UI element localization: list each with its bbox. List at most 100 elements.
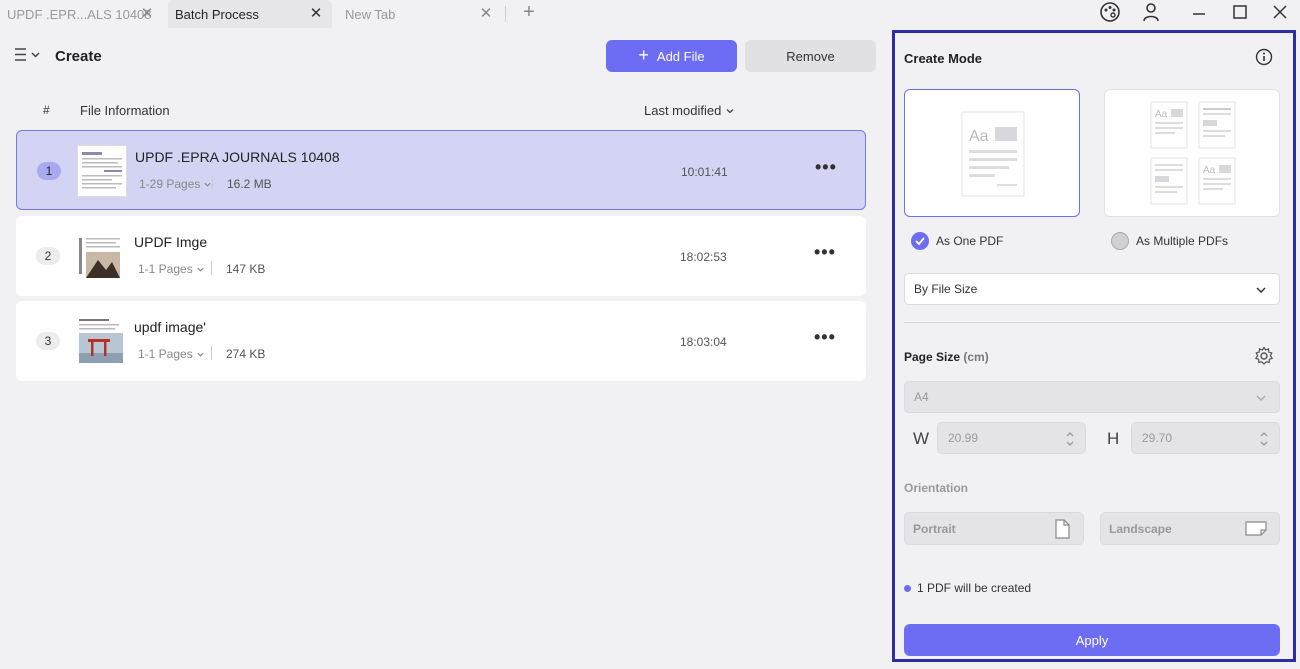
portrait-label: Portrait: [913, 521, 956, 536]
maximize-icon[interactable]: [1225, 0, 1255, 24]
tab-updf-epra[interactable]: UPDF .EPR...ALS 10408 ✕: [0, 0, 160, 28]
width-label: W: [913, 429, 930, 448]
apply-button[interactable]: Apply: [904, 624, 1280, 656]
palette-icon[interactable]: [1095, 0, 1125, 24]
chevron-down-icon: [1256, 287, 1266, 294]
file-thumbnail: [76, 230, 126, 282]
modified-time: 18:02:53: [680, 250, 727, 264]
svg-text:Aa: Aa: [1203, 165, 1216, 176]
page-range-label: 1-1 Pages: [138, 262, 193, 276]
as-multiple-pdfs-radio[interactable]: As Multiple PDFs: [1111, 232, 1228, 250]
gear-icon[interactable]: [1254, 346, 1274, 371]
svg-text:Aa: Aa: [1155, 109, 1168, 120]
height-input[interactable]: 29.70: [1131, 422, 1280, 454]
tab-label: UPDF .EPR...ALS 10408: [7, 6, 152, 22]
stepper-icon[interactable]: [1065, 430, 1075, 448]
as-multiple-pdfs-card[interactable]: Aa Aa: [1104, 89, 1280, 217]
landscape-label: Landscape: [1109, 521, 1172, 536]
height-value: 29.70: [1142, 431, 1173, 445]
modified-time: 10:01:41: [681, 165, 728, 179]
tab-new-tab[interactable]: New Tab ✕: [338, 0, 500, 28]
page-size-unit: (cm): [963, 350, 989, 364]
divider: [904, 322, 1280, 323]
file-thumbnail: [76, 315, 126, 367]
tab-divider: [505, 6, 506, 22]
stepper-icon[interactable]: [1259, 430, 1269, 448]
close-icon[interactable]: ✕: [308, 5, 324, 22]
tab-batch-process[interactable]: Batch Process ✕: [168, 0, 332, 28]
close-icon[interactable]: ✕: [478, 5, 494, 22]
close-window-icon[interactable]: [1265, 0, 1295, 24]
chevron-down-icon: [1256, 395, 1266, 402]
column-header-number: #: [43, 103, 50, 117]
as-one-pdf-label: As One PDF: [936, 234, 1004, 248]
split-mode-value: By File Size: [914, 282, 978, 296]
table-row[interactable]: 1 UPDF .EPRA JOURNALS 10408 1-29 Pages 1…: [16, 130, 866, 210]
status-dot-icon: [904, 584, 911, 592]
split-mode-select[interactable]: By File Size: [904, 273, 1280, 305]
chevron-down-icon: [197, 352, 204, 357]
table-row[interactable]: 2 UPDF Imge 1-1 Pages 147 KB 18:02:53 ••…: [16, 216, 866, 296]
radio-unchecked-icon: [1111, 232, 1129, 250]
divider: [211, 261, 212, 275]
page-range-dropdown[interactable]: 1-29 Pages: [139, 177, 212, 191]
more-options-icon[interactable]: •••: [815, 157, 837, 178]
more-options-icon[interactable]: •••: [814, 327, 836, 348]
as-multiple-pdfs-label: As Multiple PDFs: [1136, 234, 1229, 248]
add-file-label: Add File: [656, 48, 705, 64]
file-name: UPDF .EPRA JOURNALS 10408: [135, 149, 340, 165]
page-range-label: 1-1 Pages: [138, 347, 193, 361]
column-header-file-info: File Information: [80, 103, 170, 118]
new-tab-plus-icon[interactable]: +: [519, 1, 539, 23]
tab-label: New Tab: [345, 6, 396, 22]
list-menu-icon[interactable]: [14, 47, 42, 68]
table-row[interactable]: 3 updf image' 1-1 Pages 274 KB 18:03:04 …: [16, 301, 866, 381]
width-input[interactable]: 20.99: [937, 422, 1086, 454]
panel-title: Create Mode: [904, 51, 983, 66]
page-range-dropdown[interactable]: 1-1 Pages: [138, 347, 205, 361]
minimize-icon[interactable]: [1184, 0, 1214, 24]
user-icon[interactable]: [1136, 0, 1166, 24]
page-size-value: A4: [914, 390, 929, 404]
height-label: H: [1107, 429, 1120, 448]
create-mode-panel: Create Mode Aa Aa Aa As One PDF As Multip…: [892, 30, 1296, 662]
modified-time: 18:03:04: [680, 335, 727, 349]
check-icon: [911, 232, 929, 250]
file-list-panel: Create + Add File Remove # File Informat…: [0, 30, 884, 669]
chevron-down-icon: [197, 267, 204, 272]
row-number: 1: [37, 162, 61, 180]
as-one-pdf-radio[interactable]: As One PDF: [911, 232, 1003, 250]
status-text: 1 PDF will be created: [917, 581, 1032, 595]
remove-button[interactable]: Remove: [745, 40, 876, 72]
single-document-icon: Aa: [961, 111, 1025, 197]
status-message: 1 PDF will be created: [904, 581, 1031, 595]
close-icon[interactable]: ✕: [139, 5, 155, 22]
tab-bar: UPDF .EPR...ALS 10408 ✕ Batch Process ✕ …: [0, 0, 1300, 30]
page-title: Create: [55, 48, 102, 65]
file-thumbnail: [77, 145, 127, 197]
page-range-dropdown[interactable]: 1-1 Pages: [138, 262, 205, 276]
add-file-button[interactable]: + Add File: [606, 40, 737, 72]
portrait-page-icon: [1055, 519, 1070, 539]
multiple-documents-icon: Aa Aa: [1150, 101, 1236, 205]
info-icon[interactable]: [1255, 48, 1273, 71]
orientation-label: Orientation: [904, 481, 969, 495]
row-number: 2: [36, 247, 60, 265]
sort-last-modified[interactable]: Last modified: [644, 103, 735, 118]
plus-icon: +: [638, 45, 649, 65]
file-size: 274 KB: [226, 347, 266, 361]
width-value: 20.99: [948, 431, 979, 445]
portrait-button[interactable]: Portrait: [904, 512, 1084, 545]
page-size-select[interactable]: A4: [904, 381, 1280, 413]
divider: [212, 176, 213, 190]
tab-label: Batch Process: [175, 6, 259, 22]
chevron-down-icon: [726, 108, 734, 113]
divider: [211, 346, 212, 360]
file-size: 147 KB: [226, 262, 266, 276]
landscape-page-icon: [1245, 521, 1267, 536]
more-options-icon[interactable]: •••: [814, 242, 836, 263]
landscape-button[interactable]: Landscape: [1100, 512, 1280, 545]
as-one-pdf-card[interactable]: Aa: [904, 89, 1080, 217]
page-size-label: Page Size (cm): [904, 350, 989, 364]
row-number: 3: [36, 332, 60, 350]
